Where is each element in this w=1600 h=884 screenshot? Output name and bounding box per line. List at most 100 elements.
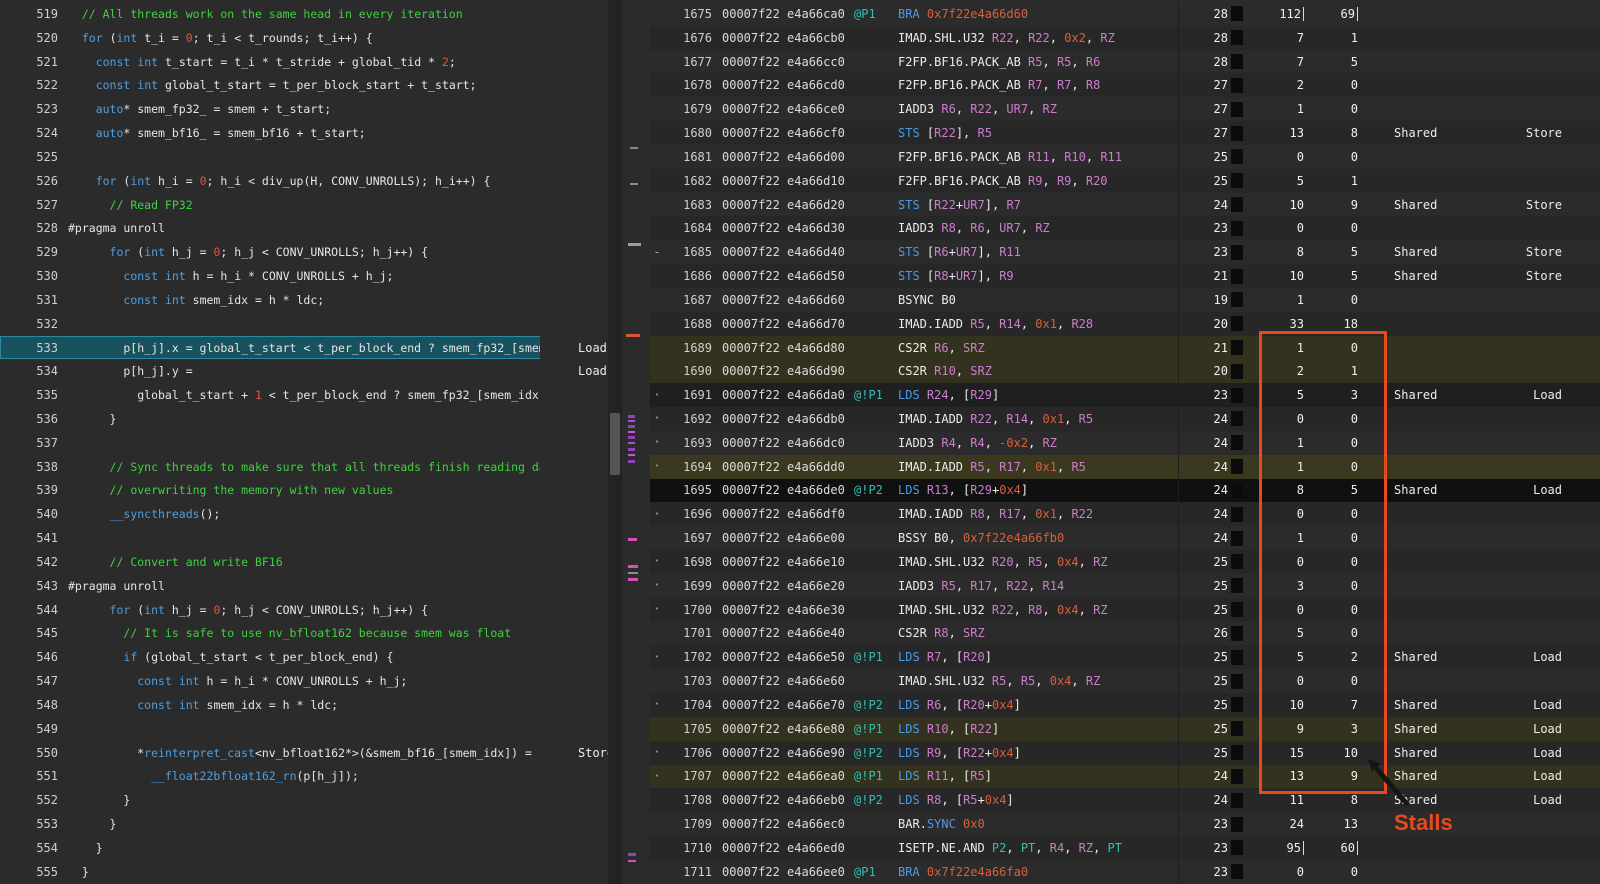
sass-row[interactable]: ·170600007f22 e4a66e90@!P2LDS R9, [R22+0… (650, 741, 1600, 765)
line-number: 540 (0, 507, 68, 521)
source-line[interactable]: 527 // Read FP32 (0, 193, 608, 217)
sass-row[interactable]: ·169400007f22 e4a66dd0IMAD.IADD R5, R17,… (650, 455, 1600, 479)
instruction-line-number: 1698 (664, 555, 712, 569)
source-line[interactable]: 555 } (0, 860, 608, 884)
source-line[interactable]: 539 // overwriting the memory with new v… (0, 479, 608, 503)
source-line[interactable]: 534 p[h_j].y =Load (0, 359, 608, 383)
source-line[interactable]: 552 } (0, 788, 608, 812)
sass-row[interactable]: ·170200007f22 e4a66e50@!P1LDS R7, [R20]2… (650, 645, 1600, 669)
sass-row[interactable]: ·169200007f22 e4a66db0IMAD.IADD R22, R14… (650, 407, 1600, 431)
sass-row[interactable]: 168800007f22 e4a66d70IMAD.IADD R5, R14, … (650, 312, 1600, 336)
sass-row[interactable]: 168600007f22 e4a66d50STS [R8+UR7], R9211… (650, 264, 1600, 288)
sample-count-value: 2 (1297, 78, 1304, 92)
sass-row[interactable]: ·169900007f22 e4a66e20IADD3 R5, R17, R22… (650, 574, 1600, 598)
source-code-text: __syncthreads(); (68, 507, 540, 521)
source-line[interactable]: 536 } (0, 407, 608, 431)
source-line[interactable]: 526 for (int h_i = 0; h_i < div_up(H, CO… (0, 169, 608, 193)
sass-row[interactable]: 170900007f22 e4a66ec0BAR.SYNC 0x0232413 (650, 812, 1600, 836)
sass-row[interactable]: ·169600007f22 e4a66df0IMAD.IADD R8, R17,… (650, 502, 1600, 526)
sass-row[interactable]: 169700007f22 e4a66e00BSSY B0, 0x7f22e4a6… (650, 526, 1600, 550)
instruction-line-number: 1679 (664, 102, 712, 116)
source-line[interactable]: 543#pragma unroll (0, 574, 608, 598)
source-line[interactable]: 529 for (int h_j = 0; h_j < CONV_UNROLLS… (0, 240, 608, 264)
source-line[interactable]: 549 (0, 717, 608, 741)
sass-row[interactable]: -168500007f22 e4a66d40STS [R6+UR7], R112… (650, 240, 1600, 264)
source-line[interactable]: 551 __float22bfloat162_rn(p[h_j]); (0, 765, 608, 789)
source-line[interactable]: 524 auto* smem_bf16_ = smem_bf16 + t_sta… (0, 121, 608, 145)
sass-row[interactable]: 167900007f22 e4a66ce0IADD3 R6, R22, UR7,… (650, 97, 1600, 121)
source-line[interactable]: 535 global_t_start + 1 < t_per_block_end… (0, 383, 608, 407)
source-line[interactable]: 550 *reinterpret_cast<nv_bfloat162*>(&sm… (0, 741, 608, 765)
sass-row[interactable]: 168000007f22 e4a66cf0STS [R22], R527138S… (650, 121, 1600, 145)
source-line[interactable]: 554 } (0, 836, 608, 860)
line-number: 552 (0, 793, 68, 807)
source-line[interactable]: 544 for (int h_j = 0; h_j < CONV_UNROLLS… (0, 598, 608, 622)
stall-count-value: 3 (1351, 388, 1358, 402)
sass-row[interactable]: 170800007f22 e4a66eb0@!P2LDS R8, [R5+0x4… (650, 788, 1600, 812)
scrollbar-thumb[interactable] (610, 413, 620, 475)
sample-count-value: 0 (1297, 603, 1304, 617)
sass-row[interactable]: 169000007f22 e4a66d90CS2R R10, SRZ2021 (650, 359, 1600, 383)
source-line[interactable]: 541 (0, 526, 608, 550)
access-type-label: Store (1458, 245, 1600, 259)
sample-count-value: 13 (1290, 126, 1304, 140)
stall-count-value: 0 (1351, 78, 1358, 92)
source-line[interactable]: 522 const int global_t_start = t_per_blo… (0, 73, 608, 97)
instruction-line-number: 1682 (664, 174, 712, 188)
sass-row[interactable]: 170100007f22 e4a66e40CS2R R8, SRZ2650 (650, 622, 1600, 646)
sass-row[interactable]: 168900007f22 e4a66d80CS2R R6, SRZ2110 (650, 336, 1600, 360)
source-line[interactable]: 540 __syncthreads(); (0, 502, 608, 526)
instruction-address: 00007f22 e4a66d60 (712, 293, 852, 307)
source-line[interactable]: 520 for (int t_i = 0; t_i < t_rounds; t_… (0, 26, 608, 50)
instruction-line-number: 1702 (664, 650, 712, 664)
source-line[interactable]: 519 // All threads work on the same head… (0, 2, 608, 26)
minimap-marker (628, 578, 638, 581)
source-line[interactable]: 545 // It is safe to use nv_bfloat162 be… (0, 622, 608, 646)
source-line[interactable]: 525 (0, 145, 608, 169)
sass-row[interactable]: 168200007f22 e4a66d10F2FP.BF16.PACK_AB R… (650, 169, 1600, 193)
sass-row[interactable]: 170500007f22 e4a66e80@!P1LDS R10, [R22]2… (650, 717, 1600, 741)
sass-row[interactable]: ·169300007f22 e4a66dc0IADD3 R4, R4, -0x2… (650, 431, 1600, 455)
source-line[interactable]: 521 const int t_start = t_i * t_stride +… (0, 50, 608, 74)
source-line[interactable]: 542 // Convert and write BF16 (0, 550, 608, 574)
source-line[interactable]: 528#pragma unroll (0, 216, 608, 240)
live-registers-cell: 21 (1178, 336, 1246, 360)
sass-row[interactable]: 168700007f22 e4a66d60BSYNC B01910 (650, 288, 1600, 312)
sass-row[interactable]: ·170000007f22 e4a66e30IMAD.SHL.U32 R22, … (650, 598, 1600, 622)
heat-chip (1231, 697, 1243, 712)
sass-row[interactable]: 168300007f22 e4a66d20STS [R22+UR7], R724… (650, 193, 1600, 217)
sass-row[interactable]: 171100007f22 e4a66ee0@P1BRA 0x7f22e4a66f… (650, 860, 1600, 884)
sass-row[interactable]: 170300007f22 e4a66e60IMAD.SHL.U32 R5, R5… (650, 669, 1600, 693)
instruction-line-number: 1696 (664, 507, 712, 521)
line-number: 523 (0, 102, 68, 116)
sass-row[interactable]: 169500007f22 e4a66de0@!P2LDS R13, [R29+0… (650, 479, 1600, 503)
source-line[interactable]: 548 const int smem_idx = h * ldc; (0, 693, 608, 717)
sass-row[interactable]: 167700007f22 e4a66cc0F2FP.BF16.PACK_AB R… (650, 50, 1600, 74)
memory-space-label: Shared (1358, 793, 1458, 807)
stall-count-cell: 0 (1304, 531, 1358, 545)
live-registers-value: 24 (1214, 483, 1228, 497)
sass-row[interactable]: 167800007f22 e4a66cd0F2FP.BF16.PACK_AB R… (650, 73, 1600, 97)
source-scrollbar[interactable] (608, 0, 622, 884)
sass-row[interactable]: ·169800007f22 e4a66e10IMAD.SHL.U32 R20, … (650, 550, 1600, 574)
sample-count-value: 0 (1297, 507, 1304, 521)
sass-row[interactable]: 167500007f22 e4a66ca0@P1BRA 0x7f22e4a66d… (650, 2, 1600, 26)
source-line[interactable]: 537 (0, 431, 608, 455)
source-line[interactable]: 553 } (0, 812, 608, 836)
source-line[interactable]: 547 const int h = h_i * CONV_UNROLLS + h… (0, 669, 608, 693)
live-registers-cell: 25 (1178, 574, 1246, 598)
sass-row[interactable]: 167600007f22 e4a66cb0IMAD.SHL.U32 R22, R… (650, 26, 1600, 50)
source-line[interactable]: 531 const int smem_idx = h * ldc; (0, 288, 608, 312)
source-line[interactable]: 546 if (global_t_start < t_per_block_end… (0, 645, 608, 669)
sass-row[interactable]: ·170700007f22 e4a66ea0@!P1LDS R11, [R5]2… (650, 765, 1600, 789)
source-line[interactable]: 538 // Sync threads to make sure that al… (0, 455, 608, 479)
sass-row[interactable]: 171000007f22 e4a66ed0ISETP.NE.AND P2, PT… (650, 836, 1600, 860)
sass-row[interactable]: ·169100007f22 e4a66da0@!P1LDS R24, [R29]… (650, 383, 1600, 407)
sass-row[interactable]: 168400007f22 e4a66d30IADD3 R8, R6, UR7, … (650, 216, 1600, 240)
sass-row[interactable]: 168100007f22 e4a66d00F2FP.BF16.PACK_AB R… (650, 145, 1600, 169)
source-line[interactable]: 533 p[h_j].x = global_t_start < t_per_bl… (0, 336, 608, 360)
sass-row[interactable]: ·170400007f22 e4a66e70@!P2LDS R6, [R20+0… (650, 693, 1600, 717)
source-line[interactable]: 530 const int h = h_i * CONV_UNROLLS + h… (0, 264, 608, 288)
source-line[interactable]: 523 auto* smem_fp32_ = smem + t_start; (0, 97, 608, 121)
source-line[interactable]: 532 (0, 312, 608, 336)
